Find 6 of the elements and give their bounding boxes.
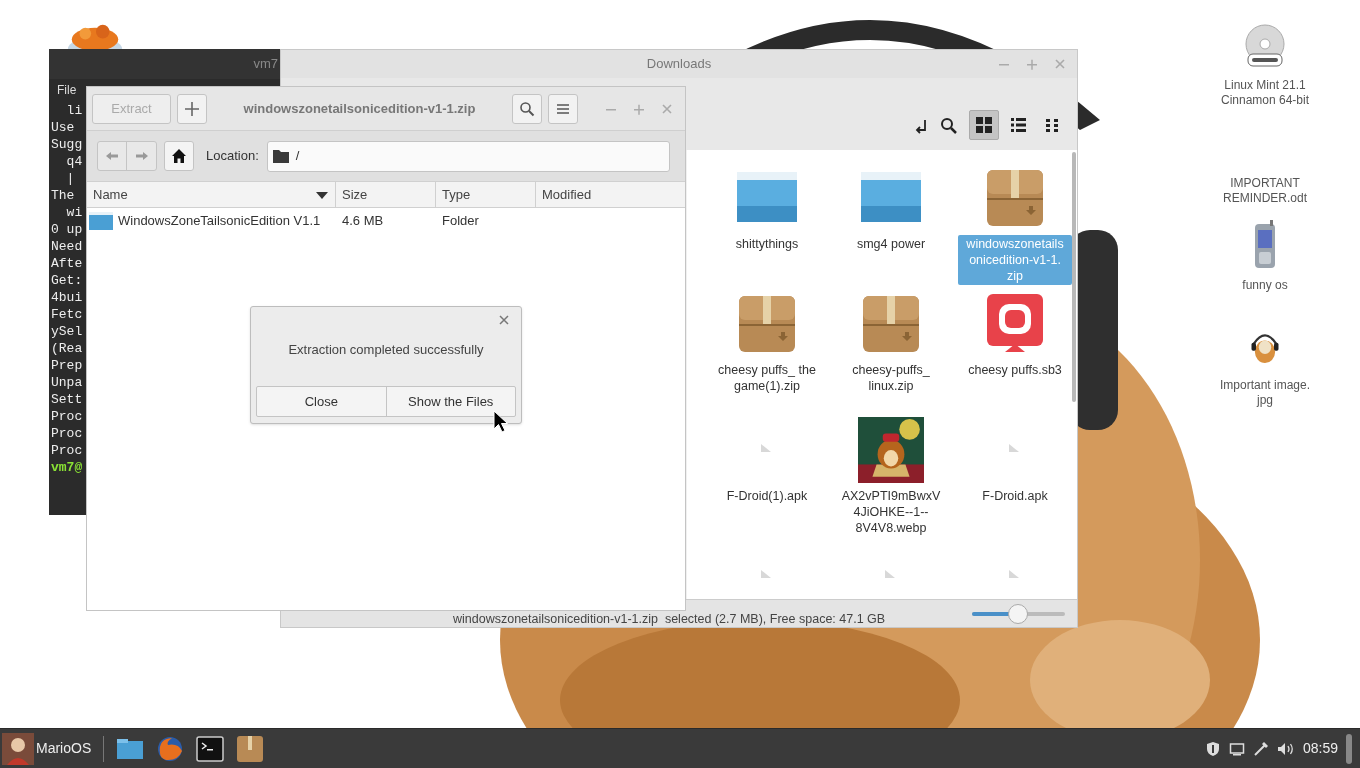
clock[interactable]: 08:59	[1302, 738, 1338, 759]
menu-button[interactable]: MarioOS	[0, 730, 98, 767]
shield-icon[interactable]	[1204, 740, 1221, 757]
avatar-icon	[2, 732, 34, 765]
pen-icon[interactable]	[1252, 740, 1269, 757]
display-icon[interactable]	[1228, 740, 1245, 757]
